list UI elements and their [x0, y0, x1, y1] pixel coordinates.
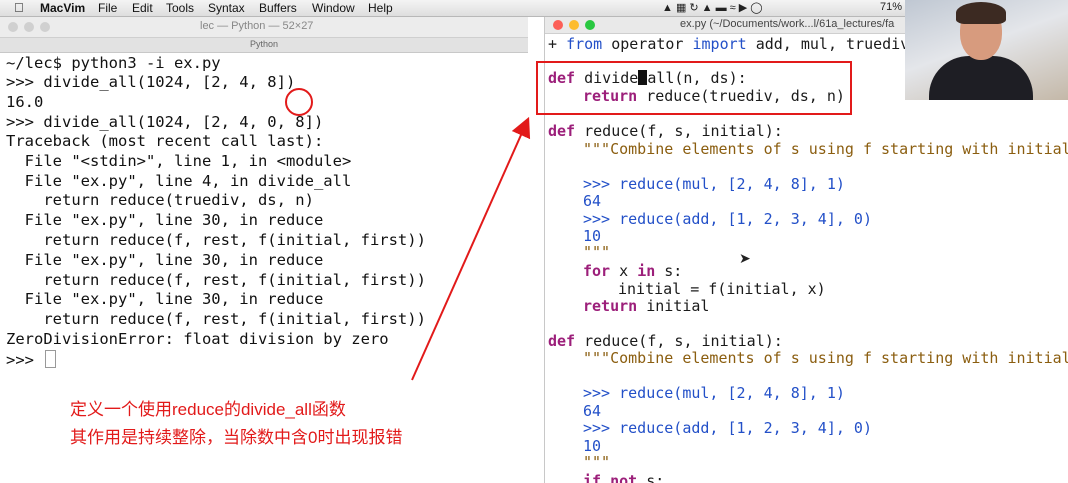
caption-line-1: 定义一个使用reduce的divide_all函数	[70, 400, 346, 419]
caption-line-2: 其作用是持续整除，当除数中含0时出现报错	[70, 428, 403, 447]
arrow-line	[411, 116, 531, 381]
